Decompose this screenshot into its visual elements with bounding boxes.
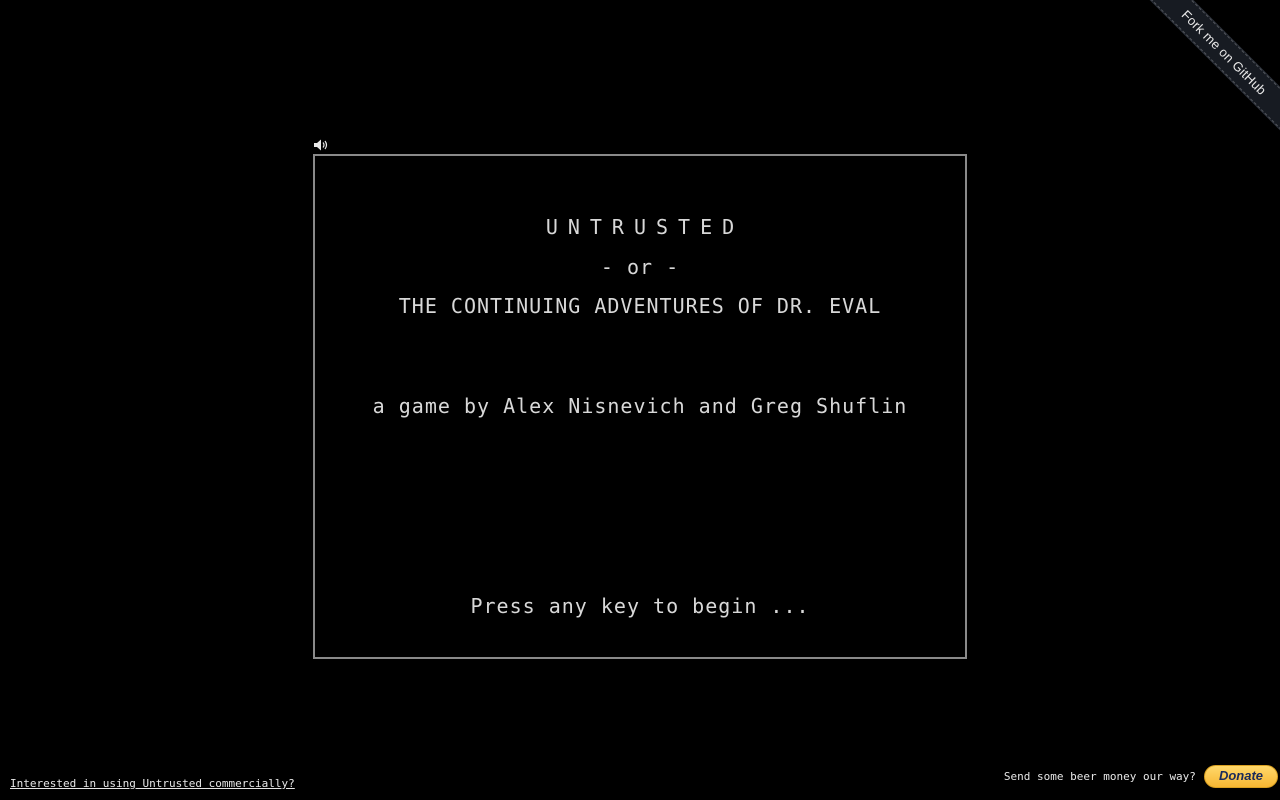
page: Fork me on GitHub UNTRUSTED - or - THE C… [0,0,1280,800]
github-ribbon-container: Fork me on GitHub [1130,0,1280,150]
donate-text: Send some beer money our way? [1003,770,1196,783]
game-credits: a game by Alex Nisnevich and Greg Shufli… [372,394,908,418]
game-title: UNTRUSTED [545,215,745,239]
game-subtitle: THE CONTINUING ADVENTURES OF DR. EVAL [398,294,882,318]
start-prompt: Press any key to begin ... [470,594,810,618]
donate-button[interactable]: Donate [1203,765,1278,788]
commercial-use-link[interactable]: Interested in using Untrusted commercial… [10,777,295,790]
game-screen[interactable]: UNTRUSTED - or - THE CONTINUING ADVENTUR… [313,154,967,659]
fork-on-github-ribbon[interactable]: Fork me on GitHub [1143,0,1280,134]
title-separator: - or - [600,255,680,279]
donate-area: Send some beer money our way? Donate [1004,765,1278,788]
speaker-icon[interactable] [313,137,331,151]
